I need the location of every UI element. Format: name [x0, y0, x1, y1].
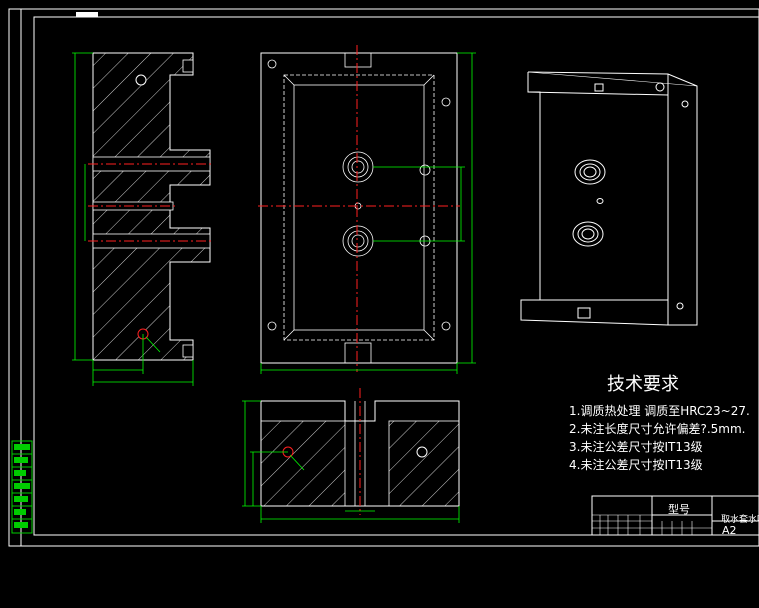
requirement-item: 3.未注公差尺寸按IT13级 — [569, 440, 703, 454]
section-view — [72, 52, 214, 386]
requirement-item: 4.未注公差尺寸按IT13级 — [569, 458, 703, 472]
requirement-item: 1.调质热处理 调质至HRC23~27. — [569, 404, 750, 418]
isometric-view — [520, 71, 698, 326]
bottom-view — [242, 388, 460, 523]
title-block-model-label: 型号 — [668, 503, 690, 516]
cad-drawing-canvas — [8, 8, 759, 547]
side-label-panel — [11, 440, 33, 534]
requirement-item: 2.未注长度尺寸允许偏差?.5mm. — [569, 422, 746, 436]
technical-requirements-title: 技术要求 — [607, 374, 679, 395]
title-block-sheet-size: A2 — [722, 524, 737, 537]
front-view — [258, 45, 476, 374]
